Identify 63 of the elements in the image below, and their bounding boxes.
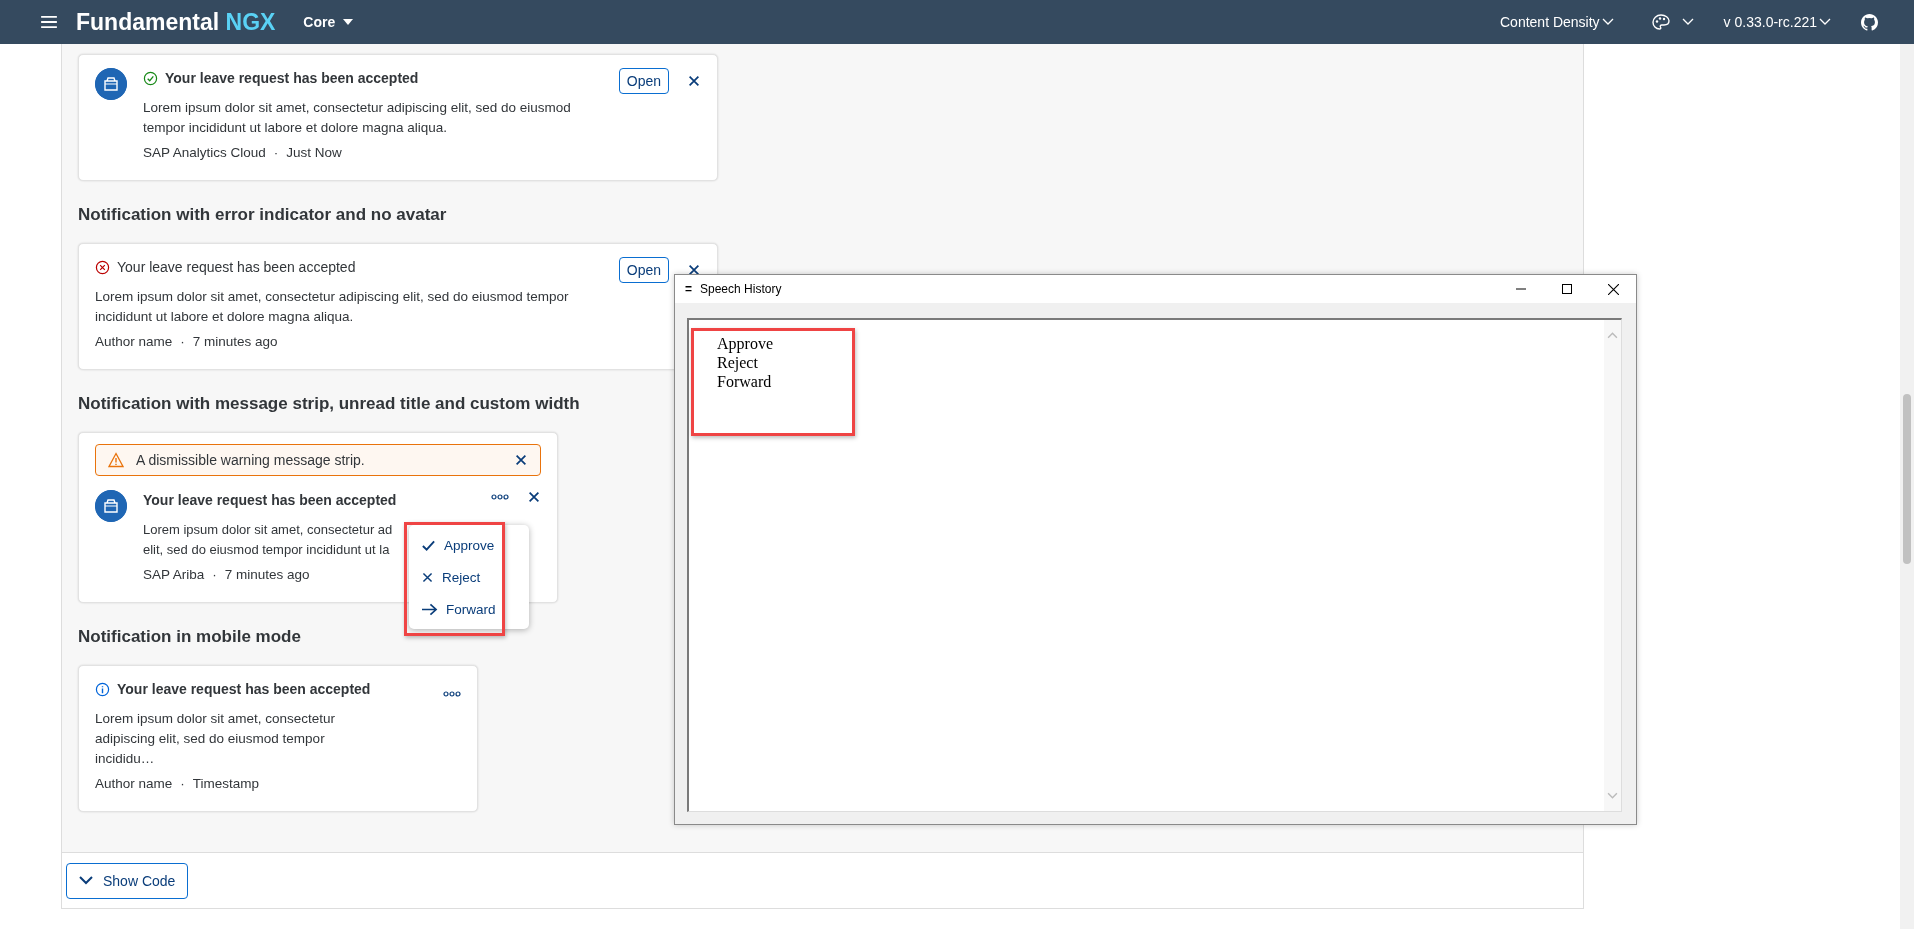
open-button[interactable]: Open xyxy=(618,257,669,283)
github-icon[interactable] xyxy=(1861,13,1878,31)
more-icon[interactable] xyxy=(491,494,509,500)
chevron-icon xyxy=(79,876,93,885)
notification-author: SAP Analytics Cloud xyxy=(143,145,266,160)
app-title: Fundamental NGX xyxy=(76,8,276,36)
window-title: Speech History xyxy=(700,282,783,296)
close-icon[interactable] xyxy=(514,453,528,467)
section-heading: Notification with error indicator and no avatar xyxy=(78,205,448,225)
menu-item[interactable]: Approve xyxy=(409,529,529,561)
product-menu[interactable]: Core xyxy=(297,13,360,31)
section-heading: Notification with message strip, unread title and custom width xyxy=(78,394,581,414)
chevron-icon xyxy=(1819,18,1831,26)
notification-time: Timestamp xyxy=(192,776,260,791)
arrow-icon xyxy=(421,601,438,617)
close-icon[interactable] xyxy=(527,490,541,504)
notification-text: Lorem ipsum dolor sit amet, consectetur adipiscing elit, sed do eiusmod tempor incididunt ut labore et dolore magna aliqua. xyxy=(143,99,572,137)
close-icon[interactable] xyxy=(687,263,701,277)
scrollbar[interactable] xyxy=(1900,44,1914,929)
section-heading: Notification in mobile mode xyxy=(78,627,302,647)
chevron-icon xyxy=(1601,18,1614,26)
notification-text: elit, sed do eiusmod tempor incididunt ut la xyxy=(143,541,390,559)
notification-author: Author name xyxy=(95,334,173,349)
error-icon xyxy=(95,259,110,275)
notification-title: Your leave request has been accepted xyxy=(165,70,419,86)
notification-text: Lorem ipsum dolor sit amet, consectetur adipiscing elit, sed do eiusmod tempor incididunt ut labore et dolore magna aliqua. xyxy=(95,288,570,326)
speech-line: Reject xyxy=(717,353,759,372)
caret-icon xyxy=(343,19,354,25)
notification-time: 7 minutes ago xyxy=(192,334,278,349)
notification-author: SAP Ariba xyxy=(143,567,205,582)
menu-item[interactable]: Forward xyxy=(409,593,529,625)
chevron-icon xyxy=(1681,18,1694,26)
notification-title: Your leave request has been accepted xyxy=(143,492,397,508)
speech-line: Approve xyxy=(717,334,773,353)
notification-text: Lorem ipsum dolor sit amet, consectetur ad xyxy=(143,521,393,539)
theme-menu[interactable] xyxy=(1651,14,1694,30)
strip-text: A dismissible warning message strip. xyxy=(136,452,366,468)
speech-line: Forward xyxy=(717,372,773,391)
menu-icon[interactable] xyxy=(40,13,58,31)
separator-dot: · xyxy=(273,145,279,160)
warning-icon xyxy=(108,452,124,468)
notification-text: Lorem ipsum dolor sit amet, consectetur adipiscing elit, sed do eiusmod tempor incididu… xyxy=(95,710,337,768)
success-icon xyxy=(143,70,158,86)
separator-dot: · xyxy=(180,334,185,349)
notification-author: Author name xyxy=(95,776,173,791)
more-icon[interactable] xyxy=(443,691,461,697)
notification-title: Your leave request has been accepted xyxy=(117,681,371,697)
notification-time: 7 minutes ago xyxy=(224,567,310,582)
close-icon xyxy=(1607,283,1619,295)
notification-time: Just Now xyxy=(286,145,342,160)
window-menu-glyph[interactable]: = xyxy=(685,282,692,296)
open-button[interactable]: Open xyxy=(618,68,669,94)
close-icon xyxy=(421,570,434,584)
notification-title: Your leave request has been accepted xyxy=(117,259,356,275)
maximize-icon xyxy=(1562,284,1572,294)
version-menu[interactable]: v 0.33.0-rc.221 xyxy=(1723,14,1831,30)
separator-dot: · xyxy=(180,776,185,791)
info-icon xyxy=(95,681,110,697)
show-code-button[interactable]: Show Code xyxy=(66,862,189,899)
menu-item[interactable]: Reject xyxy=(409,561,529,593)
separator-dot: · xyxy=(212,567,217,582)
close-icon[interactable] xyxy=(687,74,701,88)
content-density-menu[interactable]: Content Density xyxy=(1500,14,1614,30)
